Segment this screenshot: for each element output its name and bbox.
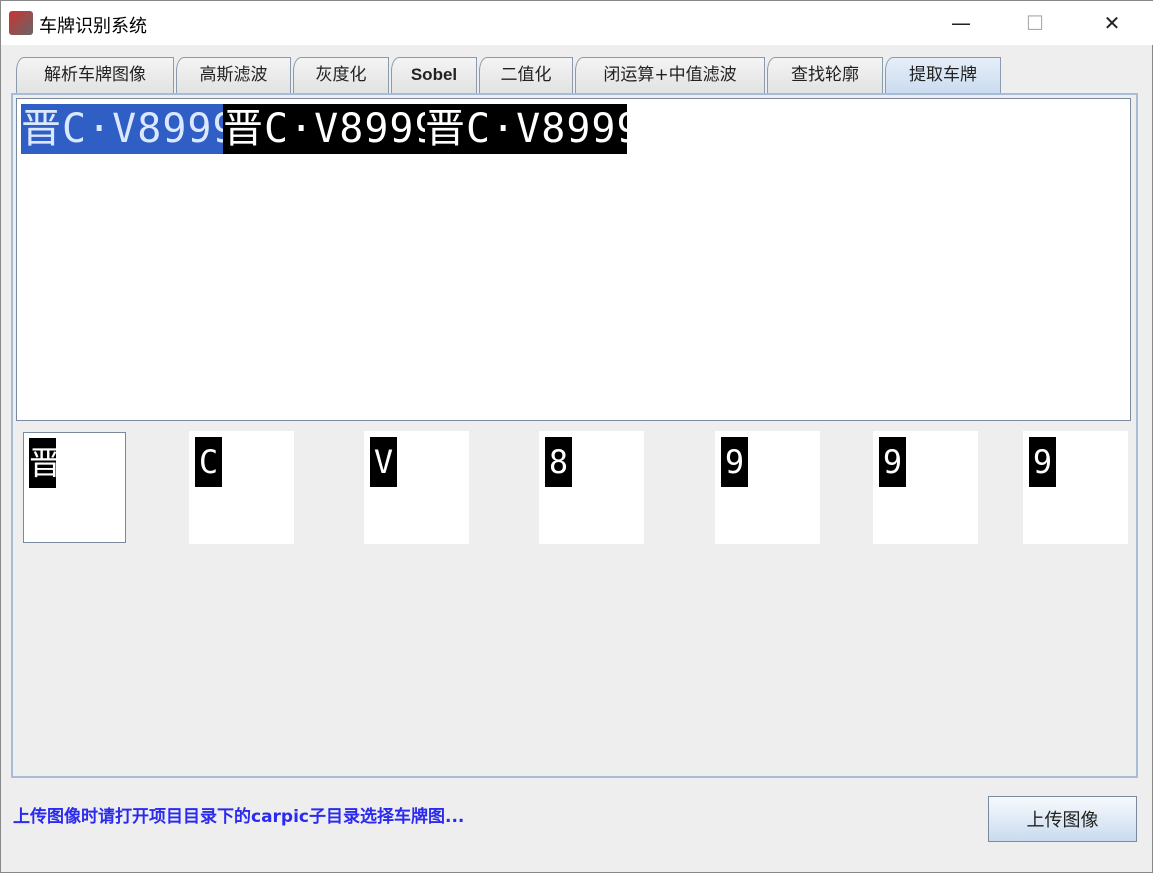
tab-gaussian[interactable]: 高斯滤波: [176, 57, 291, 93]
close-button[interactable]: ✕: [1089, 7, 1135, 39]
char-cell: 9: [873, 431, 978, 544]
upload-image-button[interactable]: 上传图像: [988, 796, 1137, 842]
char-cell: 9: [715, 431, 820, 544]
char-image: 8: [545, 437, 572, 487]
app-icon: [9, 11, 33, 35]
tab-close-median[interactable]: 闭运算+中值滤波: [575, 57, 765, 93]
char-cell: C: [189, 431, 294, 544]
tab-sobel[interactable]: Sobel: [391, 57, 477, 93]
tab-binarize[interactable]: 二值化: [479, 57, 573, 93]
char-cell: V: [364, 431, 469, 544]
title-bar: 车牌识别系统 — ☐ ✕: [1, 1, 1153, 45]
char-cell: 8: [539, 431, 644, 544]
char-cell: 9: [1023, 431, 1128, 544]
char-image: 晋: [29, 438, 61, 488]
window-title: 车牌识别系统: [39, 16, 147, 37]
tab-grayscale[interactable]: 灰度化: [293, 57, 389, 93]
plate-color-image: 晋C·V8999: [21, 104, 223, 154]
plate-binary-image-2: 晋C·V8999: [425, 104, 627, 154]
plate-binary-image: 晋C·V8999: [223, 104, 425, 154]
char-cell: 晋: [23, 432, 126, 543]
tab-parse-plate[interactable]: 解析车牌图像: [16, 57, 174, 93]
minimize-button[interactable]: —: [938, 7, 984, 39]
tab-extract-plate[interactable]: 提取车牌: [885, 57, 1001, 95]
char-image: 9: [1029, 437, 1056, 487]
maximize-button[interactable]: ☐: [1012, 7, 1058, 39]
char-image: C: [195, 437, 222, 487]
char-image: 9: [721, 437, 748, 487]
char-image: V: [370, 437, 397, 487]
tab-find-contours[interactable]: 查找轮廓: [767, 57, 883, 93]
status-message: 上传图像时请打开项目目录下的carpic子目录选择车牌图...: [13, 807, 465, 827]
char-image: 9: [879, 437, 906, 487]
